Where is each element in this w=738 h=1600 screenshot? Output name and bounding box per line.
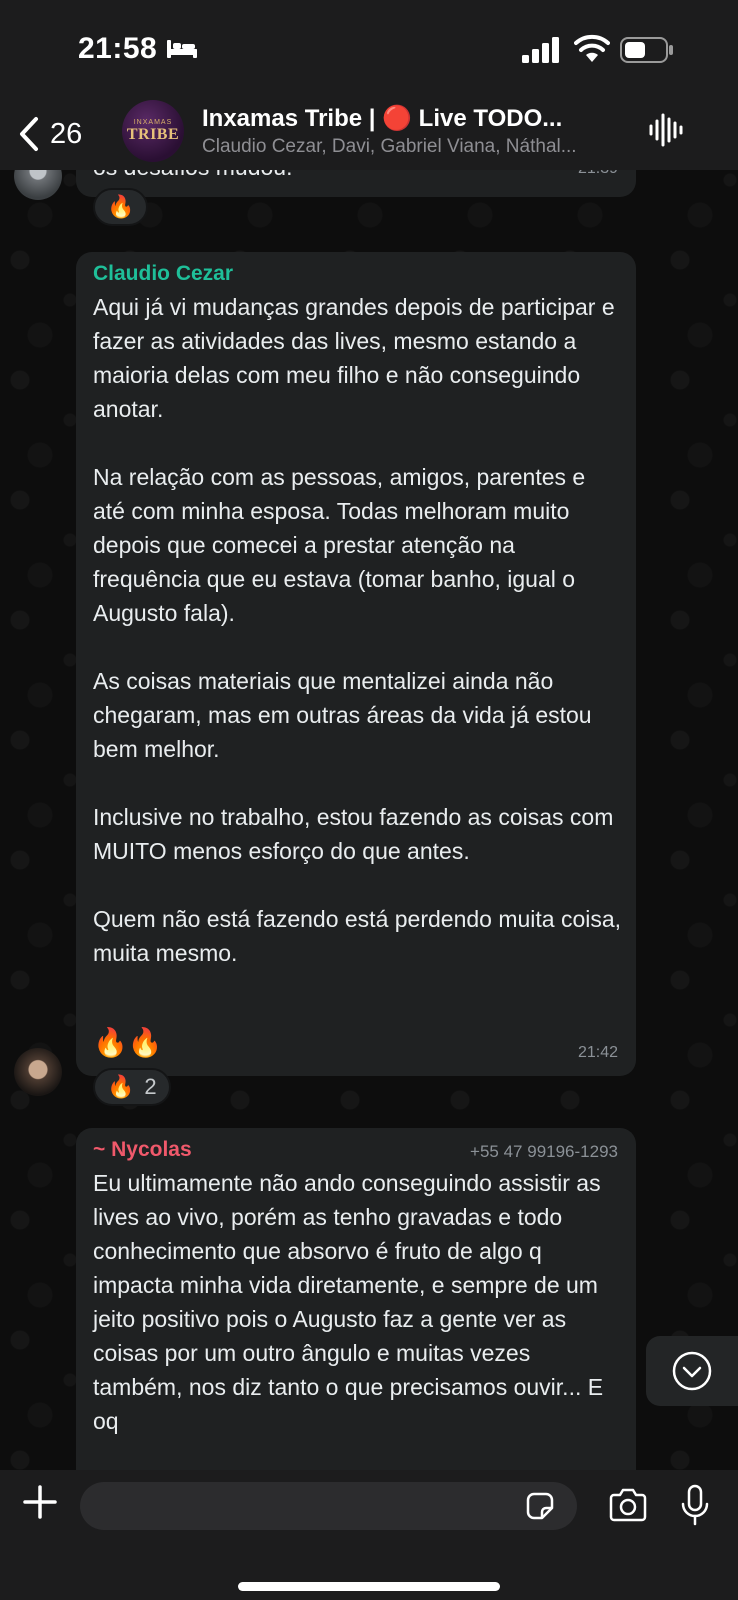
reaction-emoji: 🔥 bbox=[107, 194, 135, 219]
back-chevron-icon bbox=[20, 117, 38, 151]
message-bubble[interactable]: ~ Nycolas +55 47 99196-1293 Eu ultimamen… bbox=[76, 1128, 636, 1470]
camera-icon[interactable] bbox=[608, 1486, 648, 1524]
sender-avatar[interactable] bbox=[14, 1048, 62, 1096]
message-time: 21:39 bbox=[578, 170, 618, 178]
group-title[interactable]: Inxamas Tribe | 🔴 Live TODO... bbox=[202, 104, 622, 133]
bed-icon bbox=[167, 40, 197, 58]
message-input[interactable] bbox=[80, 1482, 577, 1530]
wifi-icon bbox=[574, 34, 610, 62]
sender-phone: +55 47 99196-1293 bbox=[470, 1142, 618, 1161]
reaction-count: 2 bbox=[144, 1074, 157, 1099]
group-avatar[interactable]: INXAMAS TRIBE bbox=[122, 100, 184, 162]
message-text: os desafios mudou. bbox=[93, 170, 292, 181]
message-time: 21:42 bbox=[577, 1044, 618, 1061]
scroll-to-bottom-button[interactable] bbox=[646, 1336, 738, 1406]
signal-icon bbox=[522, 37, 559, 63]
sender-name[interactable]: Claudio Cezar bbox=[93, 262, 233, 286]
message-text: Aqui já vi mudanças grandes depois de pa… bbox=[93, 294, 622, 966]
reaction-emoji: 🔥 bbox=[107, 1074, 135, 1099]
unread-count: 26 bbox=[50, 117, 83, 150]
status-time: 21:58 bbox=[78, 32, 158, 65]
microphone-icon[interactable] bbox=[680, 1484, 710, 1526]
back-button[interactable]: 26 bbox=[16, 110, 82, 158]
reaction-badge[interactable]: 🔥 bbox=[93, 188, 149, 226]
sticker-icon[interactable] bbox=[524, 1490, 556, 1522]
sender-avatar[interactable] bbox=[14, 170, 62, 200]
reaction-badge[interactable]: 🔥 2 bbox=[93, 1068, 171, 1106]
chat-header: 26 INXAMAS TRIBE Inxamas Tribe | 🔴 Live … bbox=[0, 98, 738, 170]
status-bar: 21:58 bbox=[0, 0, 738, 98]
message-list[interactable]: os desafios mudou. 21:39 🔥 Claudio Cezar… bbox=[0, 170, 738, 1470]
avatar-logo-big: TRIBE bbox=[126, 125, 180, 143]
avatar-logo-small: INXAMAS bbox=[133, 118, 173, 126]
audio-call-icon[interactable] bbox=[648, 112, 684, 148]
message-text: Eu ultimamente não ando conseguindo assi… bbox=[93, 1170, 604, 1434]
sender-name[interactable]: ~ Nycolas bbox=[93, 1138, 192, 1162]
chevron-down-icon bbox=[672, 1351, 712, 1391]
home-indicator bbox=[238, 1582, 500, 1591]
message-bubble[interactable]: os desafios mudou. 21:39 bbox=[76, 170, 636, 197]
group-members[interactable]: Claudio Cezar, Davi, Gabriel Viana, Náth… bbox=[202, 136, 622, 158]
composer-bar bbox=[0, 1470, 738, 1600]
plus-icon[interactable] bbox=[22, 1484, 58, 1520]
message-emoji: 🔥🔥 bbox=[93, 1027, 163, 1058]
message-bubble[interactable]: Claudio Cezar Aqui já vi mudanças grande… bbox=[76, 252, 636, 1076]
battery-icon bbox=[620, 37, 673, 63]
